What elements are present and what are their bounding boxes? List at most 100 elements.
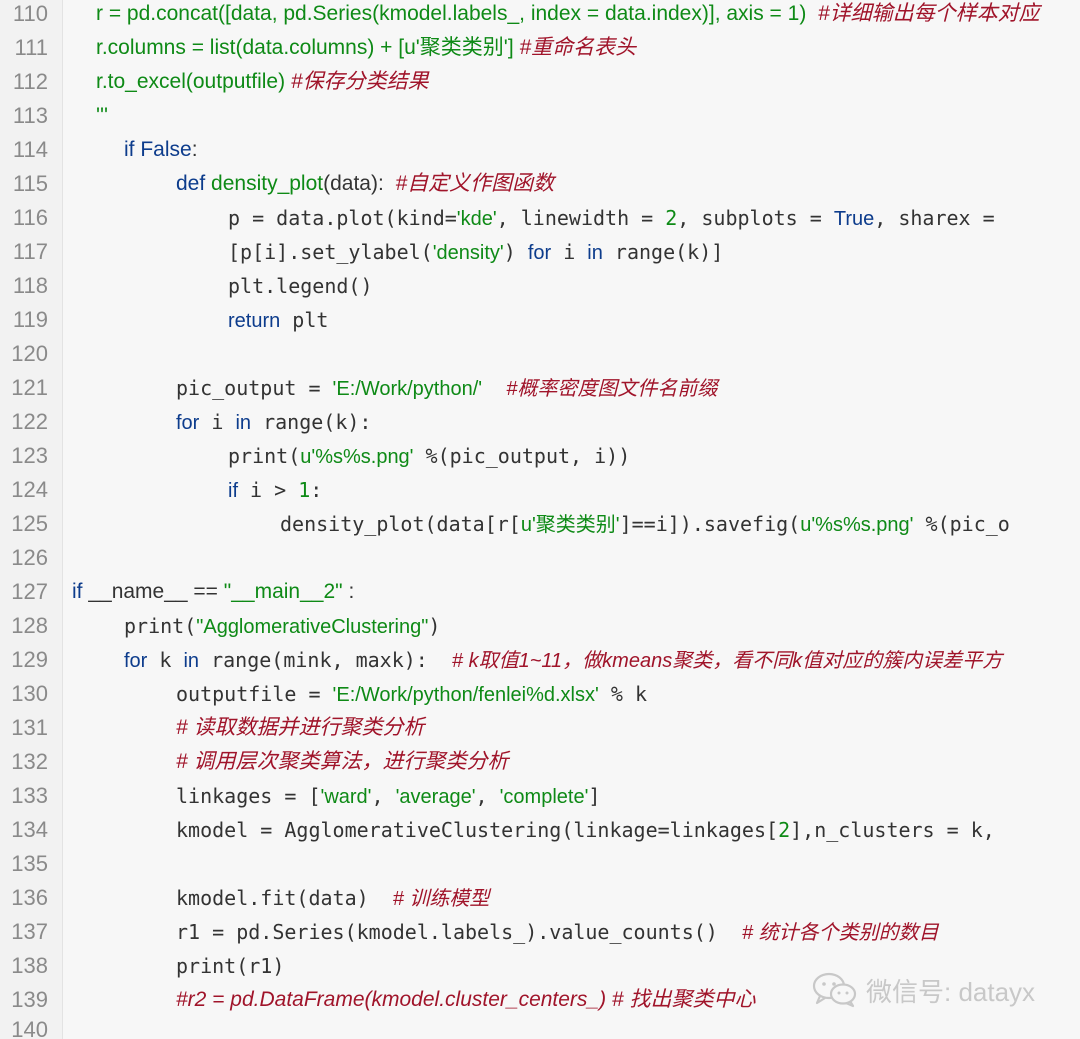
code-number: 1: [298, 478, 311, 502]
code-number: 2: [665, 206, 678, 230]
code-token: __name__ ==: [82, 580, 224, 603]
code-keyword: False: [134, 138, 192, 161]
code-line: 118 plt.legend(): [0, 269, 1080, 303]
code-string: 'E:/Work/python/': [332, 378, 483, 400]
code-token: print(: [228, 444, 301, 468]
code-keyword: True: [833, 208, 875, 230]
line-number: 135: [11, 851, 48, 876]
code-text: plt.legend(): [228, 273, 373, 299]
code-text: kmodel.fit(data) # 训练模型: [176, 885, 489, 912]
code-line: 122 for i in range(k):: [0, 405, 1080, 439]
code-text: r.to_excel(outputfile) #保存分类结果: [96, 69, 429, 95]
code-token: print(r1): [176, 954, 285, 978]
code-line: 129 for k in range(mink, maxk): # k取值1~1…: [0, 643, 1080, 677]
code-token: density_plot(data[r[: [280, 512, 521, 536]
code-text: if __name__ == "__main__2" :: [72, 579, 354, 605]
code-line: 136 kmodel.fit(data) # 训练模型: [0, 881, 1080, 915]
code-token: ): [503, 240, 528, 264]
line-number: 129: [11, 647, 48, 672]
code-keyword: in: [183, 650, 200, 672]
code-string: 'density': [432, 242, 504, 264]
code-text: r.columns = list(data.columns) + [u'聚类类别…: [96, 35, 636, 61]
code-token: plt: [280, 308, 329, 332]
code-token: ]: [588, 784, 601, 808]
code-line: 133 linkages = ['ward', 'average', 'comp…: [0, 779, 1080, 813]
code-comment: # 读取数据并进行聚类分析: [176, 716, 425, 739]
line-number: 122: [11, 409, 48, 434]
code-keyword: if: [72, 580, 83, 603]
code-keyword: return: [228, 310, 281, 332]
code-token: range(mink, maxk):: [199, 648, 452, 672]
code-token: , sharex =: [874, 206, 1007, 230]
code-keyword: in: [235, 412, 252, 434]
code-token: p = data.plot(kind=: [228, 206, 457, 230]
code-comment: # k取值1~11，做kmeans聚类，看不同k值对应的簇内误差平方: [451, 650, 1003, 672]
code-line: 116 p = data.plot(kind='kde', linewidth …: [0, 201, 1080, 235]
code-text: linkages = ['ward', 'average', 'complete…: [176, 783, 600, 810]
code-token: kmodel.fit(data): [176, 886, 393, 910]
code-token: i: [199, 410, 236, 434]
code-token: i: [551, 240, 588, 264]
code-text: ''': [96, 103, 108, 129]
line-number: 138: [11, 953, 48, 978]
line-number: 113: [12, 103, 48, 128]
code-token: plt.legend(): [228, 274, 373, 298]
code-text: print(r1): [176, 953, 284, 979]
line-number: 115: [12, 171, 48, 196]
code-token: print(: [124, 614, 197, 638]
code-token: kmodel = AgglomerativeClustering(linkage…: [176, 818, 779, 842]
code-token: %(pic_output, i)): [413, 444, 631, 468]
code-token: i >: [238, 478, 299, 502]
code-string: "__main__2": [223, 580, 343, 603]
code-keyword: for: [176, 412, 200, 434]
code-line: 128 print("AgglomerativeClustering"): [0, 609, 1080, 643]
code-text: r1 = pd.Series(kmodel.labels_).value_cou…: [176, 919, 939, 946]
line-number: 133: [11, 783, 48, 808]
line-number: 128: [11, 613, 48, 638]
code-line: 125 density_plot(data[r[u'聚类类别']==i]).sa…: [0, 507, 1080, 541]
code-text: def density_plot(data): #自定义作图函数: [176, 171, 554, 197]
code-keyword: for: [124, 650, 148, 672]
code-comment: #自定义作图函数: [395, 172, 555, 195]
line-number: 123: [11, 443, 48, 468]
code-token: %(pic_o: [913, 512, 1010, 536]
code-token: ,: [371, 784, 396, 808]
code-comment: # 调用层次聚类算法，进行聚类分析: [176, 750, 509, 773]
code-text: if False:: [124, 137, 198, 163]
code-line: 135: [0, 847, 1080, 881]
code-text: kmodel = AgglomerativeClustering(linkage…: [176, 817, 995, 843]
code-line: 137 r1 = pd.Series(kmodel.labels_).value…: [0, 915, 1080, 949]
line-number: 124: [11, 477, 48, 502]
code-comment: # 训练模型: [392, 888, 490, 910]
code-text: outputfile = 'E:/Work/python/fenlei%d.xl…: [176, 681, 647, 708]
line-number: 126: [11, 545, 48, 570]
code-string: u'%s%s.png': [800, 514, 914, 536]
code-text: for k in range(mink, maxk): # k取值1~11，做k…: [124, 647, 1002, 674]
code-comment: # 统计各个类别的数目: [741, 922, 939, 944]
wechat-icon: [812, 972, 858, 1008]
code-comment: #r2 = pd.DataFrame(kmodel.cluster_center…: [176, 988, 756, 1011]
code-line: 124 if i > 1:: [0, 473, 1080, 507]
line-number: 114: [12, 137, 48, 162]
code-line: 111 r.columns = list(data.columns) + [u'…: [0, 31, 1080, 65]
code-token: ]==i]).savefig(: [619, 512, 801, 536]
code-line: 113 ''': [0, 99, 1080, 133]
line-number: 120: [11, 341, 48, 366]
code-string: 'ward': [320, 786, 372, 808]
code-token: % k: [598, 682, 647, 706]
code-keyword: in: [587, 242, 603, 264]
code-keyword: for: [527, 242, 552, 264]
watermark-label: 微信号: datayx: [866, 976, 1036, 1007]
code-text: r = pd.concat([data, pd.Series(kmodel.la…: [96, 1, 1040, 27]
code-token: ): [428, 614, 441, 638]
wechat-watermark: 微信号: datayx: [812, 970, 1035, 1010]
code-line: 132 # 调用层次聚类算法，进行聚类分析: [0, 745, 1080, 779]
code-text: if i > 1:: [228, 477, 322, 504]
code-line: 119 return plt: [0, 303, 1080, 337]
code-line: 110 r = pd.concat([data, pd.Series(kmode…: [0, 0, 1080, 31]
code-token: linkages = [: [176, 784, 321, 808]
code-line: 114 if False:: [0, 133, 1080, 167]
code-viewer: 110 r = pd.concat([data, pd.Series(kmode…: [0, 0, 1080, 1039]
line-number: 139: [11, 987, 48, 1012]
